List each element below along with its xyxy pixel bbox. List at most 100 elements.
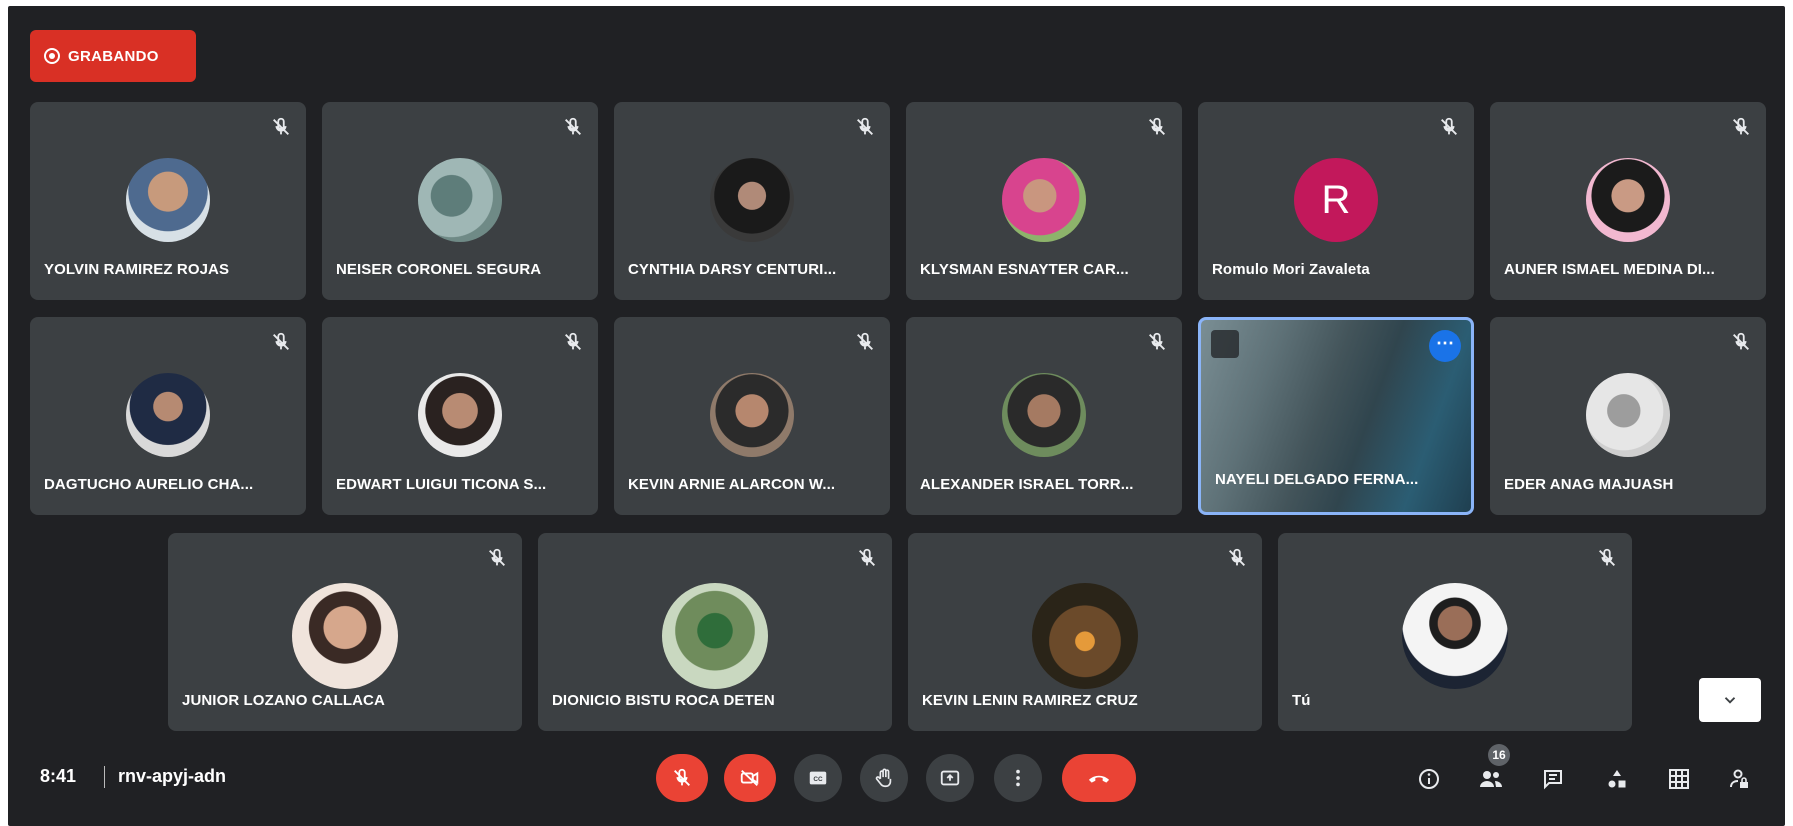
grid-icon [1669, 769, 1689, 789]
avatar [662, 583, 768, 689]
mic-off-icon [1599, 548, 1615, 566]
participant-name: DAGTUCHO AURELIO CHA... [44, 476, 254, 493]
participant-name: DIONICIO BISTU ROCA DETEN [552, 692, 775, 709]
mic-off-icon [565, 117, 581, 135]
info-icon [1419, 769, 1439, 789]
mic-off-icon [1733, 117, 1749, 135]
raise-hand-button[interactable] [860, 754, 908, 802]
mic-off-icon [1229, 548, 1245, 566]
meeting-code: rnv-apyj-adn [118, 766, 227, 786]
meeting-time: 8:41 [40, 766, 77, 786]
participant-tile[interactable]: AUNER ISMAEL MEDINA DI... [1490, 102, 1766, 300]
activities-icon [1608, 770, 1626, 788]
participants-button[interactable] [1476, 764, 1506, 794]
mic-off-icon [1149, 332, 1165, 350]
mic-off-icon [857, 332, 873, 350]
more-options-icon[interactable]: ⋯ [1429, 330, 1461, 362]
participant-tile[interactable]: NEISER CORONEL SEGURA [322, 102, 598, 300]
bottom-toolbar: 8:41 rnv-apyj-adn CC 16 [8, 736, 1785, 826]
people-icon [1480, 771, 1502, 787]
layout-button[interactable] [1664, 764, 1694, 794]
avatar [418, 373, 502, 457]
svg-text:CC: CC [813, 776, 823, 783]
mic-off-icon [1149, 117, 1165, 135]
avatar [126, 158, 210, 242]
avatar [710, 158, 794, 242]
participant-video-tile[interactable]: ⋯ NAYELI DELGADO FERNA... [1198, 317, 1474, 515]
mic-off-icon [857, 117, 873, 135]
lock-person-icon [1730, 769, 1748, 788]
participant-tile[interactable]: ALEXANDER ISRAEL TORR... [906, 317, 1182, 515]
mic-off-icon [273, 117, 289, 135]
avatar [1002, 158, 1086, 242]
participant-name: NEISER CORONEL SEGURA [336, 261, 542, 278]
meet-window: GRABANDO YOLVIN RAMIREZ ROJAS NEISER COR… [8, 6, 1785, 826]
chevron-down-icon [1724, 697, 1736, 704]
hang-up-icon [1088, 775, 1110, 783]
more-options-button[interactable] [994, 754, 1042, 802]
mic-off-icon [1441, 117, 1457, 135]
participant-tile[interactable]: Tú [1278, 533, 1632, 731]
present-screen-icon [940, 770, 960, 786]
participant-tile[interactable]: DIONICIO BISTU ROCA DETEN [538, 533, 892, 731]
activities-button[interactable] [1602, 764, 1632, 794]
participant-name: KLYSMAN ESNAYTER CAR... [920, 261, 1129, 278]
participant-name: EDER ANAG MAJUASH [1504, 476, 1674, 493]
participant-tile[interactable]: DAGTUCHO AURELIO CHA... [30, 317, 306, 515]
recording-indicator: GRABANDO [30, 30, 196, 82]
mic-off-icon [1733, 332, 1749, 350]
participant-name: EDWART LUIGUI TICONA S... [336, 476, 547, 493]
avatar [1032, 583, 1138, 689]
recording-label: GRABANDO [68, 47, 159, 65]
mic-off-icon [273, 332, 289, 350]
mic-off-icon [674, 768, 690, 786]
avatar [126, 373, 210, 457]
participant-name: CYNTHIA DARSY CENTURI... [628, 261, 837, 278]
avatar [1586, 373, 1670, 457]
avatar [1586, 158, 1670, 242]
chat-icon [1544, 770, 1562, 790]
participant-tile[interactable]: R Romulo Mori Zavaleta [1198, 102, 1474, 300]
record-icon [44, 48, 60, 64]
hand-icon [875, 768, 892, 788]
participant-name: YOLVIN RAMIREZ ROJAS [44, 261, 230, 278]
participant-tile[interactable]: EDWART LUIGUI TICONA S... [322, 317, 598, 515]
participant-name: JUNIOR LOZANO CALLACA [182, 692, 385, 709]
picture-in-picture-icon[interactable] [1211, 330, 1239, 358]
camera-off-icon [740, 769, 759, 787]
participant-name: AUNER ISMAEL MEDINA DI... [1504, 261, 1715, 278]
mic-off-icon [565, 332, 581, 350]
expand-button[interactable] [1699, 678, 1761, 722]
participant-tile[interactable]: KLYSMAN ESNAYTER CAR... [906, 102, 1182, 300]
avatar [710, 373, 794, 457]
participant-name: Tú [1292, 692, 1311, 709]
participant-tile[interactable]: JUNIOR LOZANO CALLACA [168, 533, 522, 731]
participant-name: ALEXANDER ISRAEL TORR... [920, 476, 1134, 493]
mic-toggle-button[interactable] [656, 754, 708, 802]
closed-captions-icon: CC [809, 771, 827, 785]
participant-tile[interactable]: KEVIN ARNIE ALARCON W... [614, 317, 890, 515]
participant-tile[interactable]: CYNTHIA DARSY CENTURI... [614, 102, 890, 300]
more-vertical-icon [1016, 769, 1020, 787]
participant-name: KEVIN ARNIE ALARCON W... [628, 476, 836, 493]
mic-off-icon [859, 548, 875, 566]
camera-toggle-button[interactable] [724, 754, 776, 802]
present-button[interactable] [926, 754, 974, 802]
participant-tile[interactable]: EDER ANAG MAJUASH [1490, 317, 1766, 515]
participant-name: Romulo Mori Zavaleta [1212, 261, 1370, 278]
separator [104, 766, 105, 788]
participant-name: NAYELI DELGADO FERNA... [1215, 471, 1419, 488]
meeting-details-button[interactable] [1414, 764, 1444, 794]
participant-tile[interactable]: YOLVIN RAMIREZ ROJAS [30, 102, 306, 300]
avatar [292, 583, 398, 689]
participant-tile[interactable]: KEVIN LENIN RAMIREZ CRUZ [908, 533, 1262, 731]
mic-off-icon [489, 548, 505, 566]
leave-call-button[interactable] [1062, 754, 1136, 802]
participants-count-badge: 16 [1488, 744, 1510, 766]
chat-button[interactable] [1538, 764, 1568, 794]
avatar-initial: R [1294, 158, 1378, 242]
avatar [418, 158, 502, 242]
captions-button[interactable]: CC [794, 754, 842, 802]
host-controls-button[interactable] [1724, 764, 1754, 794]
avatar [1402, 583, 1508, 689]
